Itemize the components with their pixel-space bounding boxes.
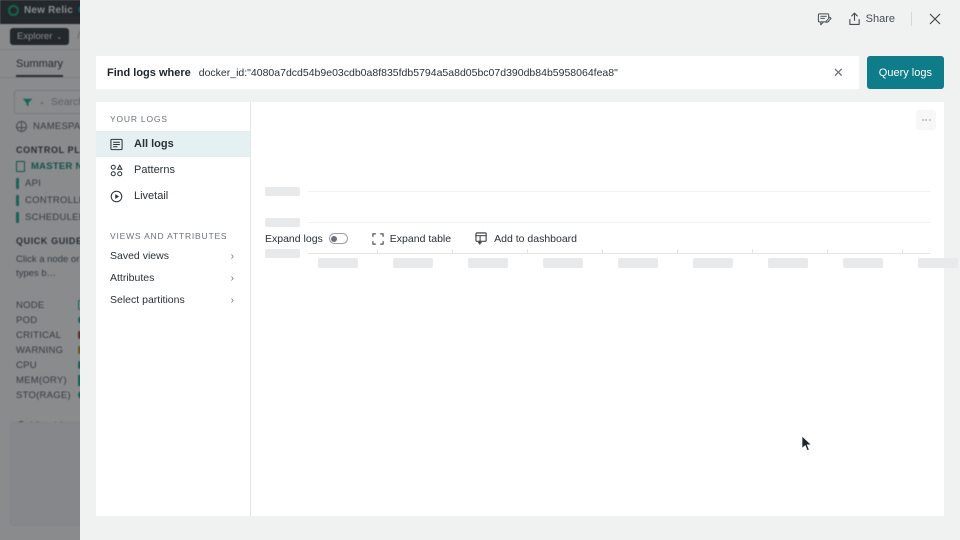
sidebar-item-label: Saved views — [110, 250, 169, 262]
sidebar-item-saved-views[interactable]: Saved views › — [96, 248, 250, 264]
modal-body: YOUR LOGS All logs Patterns Livetail VIE… — [96, 102, 958, 516]
patterns-icon — [110, 163, 123, 177]
x-axis-label-placeholder — [618, 258, 658, 268]
play-circle-icon — [110, 190, 123, 203]
axis-tick — [752, 249, 753, 253]
chevron-right-icon: › — [230, 250, 234, 262]
clear-query-icon[interactable]: ✕ — [829, 66, 848, 79]
expand-icon — [372, 232, 384, 245]
expand-table-label: Expand table — [389, 232, 452, 245]
x-axis-label-placeholder — [693, 258, 733, 268]
toggle-switch[interactable] — [328, 233, 348, 244]
share-label: Share — [865, 13, 895, 25]
expand-table-button[interactable]: Expand table — [372, 233, 451, 245]
query-label: Find logs where — [107, 66, 191, 79]
sidebar-item-label: Livetail — [134, 190, 169, 202]
sidebar-item-livetail[interactable]: Livetail — [96, 183, 250, 209]
axis-tick — [677, 249, 678, 253]
x-axis-label-placeholder — [843, 258, 883, 268]
axis-tick — [827, 249, 828, 253]
sidebar-item-label: All logs — [134, 138, 174, 150]
y-axis-label-placeholder — [265, 249, 300, 258]
sidebar-item-all-logs[interactable]: All logs — [96, 131, 250, 157]
expand-logs-label: Expand logs — [265, 232, 323, 245]
close-icon — [929, 13, 941, 25]
modal-header: Share — [80, 0, 960, 38]
x-axis-label-placeholder — [468, 258, 508, 268]
sidebar-item-select-partitions[interactable]: Select partitions › — [96, 292, 250, 308]
query-bar: Find logs where docker_id:"4080a7dcd54b9… — [96, 56, 944, 89]
query-value[interactable]: docker_id:"4080a7dcd54b9e03cdb0a8f835fdb… — [199, 67, 821, 79]
chart-loading-skeleton — [265, 144, 958, 284]
x-axis-label-placeholder — [543, 258, 583, 268]
x-axis-label-placeholder — [318, 258, 358, 268]
x-axis-label-placeholder — [918, 258, 958, 268]
x-axis-label-placeholder — [768, 258, 808, 268]
notes-icon — [817, 12, 832, 25]
expand-logs-toggle[interactable]: Expand logs — [265, 233, 348, 245]
logs-sidebar: YOUR LOGS All logs Patterns Livetail VIE… — [96, 102, 251, 516]
add-dashboard-icon — [475, 232, 487, 245]
axis-tick — [452, 249, 453, 253]
logs-content: Expand logs Expand table Add to dashboar… — [251, 102, 958, 516]
y-axis-label-placeholder — [265, 218, 300, 227]
sidebar-item-patterns[interactable]: Patterns — [96, 157, 250, 183]
chevron-right-icon: › — [230, 294, 234, 306]
share-button[interactable]: Share — [842, 8, 901, 30]
kebab-menu-icon[interactable] — [916, 110, 936, 130]
sidebar-item-label: Patterns — [134, 164, 175, 176]
sidebar-item-label: Select partitions — [110, 294, 185, 306]
chart-toolbar: Expand logs Expand table Add to dashboar… — [265, 232, 577, 245]
screen: New Relic ONE ™ Explorer ⌄ / K Summary C… — [0, 0, 960, 540]
header-divider — [911, 12, 912, 26]
notes-button[interactable] — [811, 8, 838, 31]
sidebar-item-attributes[interactable]: Attributes › — [96, 270, 250, 286]
mouse-cursor — [802, 436, 813, 452]
gridline — [308, 222, 930, 223]
add-to-dashboard-label: Add to dashboard — [494, 232, 578, 245]
add-to-dashboard-button[interactable]: Add to dashboard — [475, 232, 577, 245]
axis-tick — [902, 249, 903, 253]
axis-tick — [602, 249, 603, 253]
share-icon — [848, 12, 860, 26]
query-logs-button[interactable]: Query logs — [866, 56, 944, 89]
x-axis-line — [308, 253, 930, 254]
logs-modal: Share Find logs where docker_id:"4080a7d… — [80, 0, 960, 540]
y-axis-label-placeholder — [265, 187, 300, 196]
axis-tick — [377, 249, 378, 253]
sidebar-item-label: Attributes — [110, 272, 155, 284]
close-button[interactable] — [922, 8, 948, 30]
section-views-and-attributes: VIEWS AND ATTRIBUTES — [110, 231, 228, 241]
gridline — [308, 191, 930, 192]
x-axis-label-placeholder — [393, 258, 433, 268]
axis-tick — [527, 249, 528, 253]
chevron-right-icon: › — [230, 272, 234, 284]
query-input[interactable]: Find logs where docker_id:"4080a7dcd54b9… — [96, 56, 859, 89]
section-your-logs: YOUR LOGS — [110, 114, 168, 124]
list-icon — [110, 138, 123, 151]
